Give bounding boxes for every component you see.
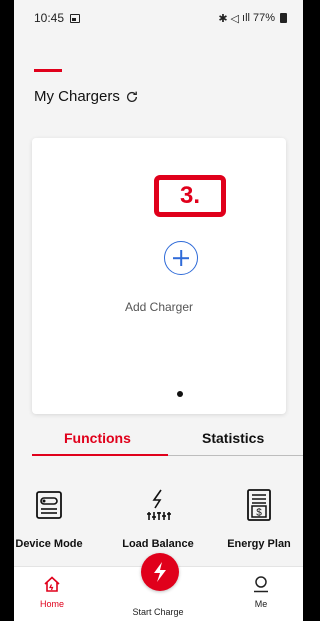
tab-active-indicator — [32, 454, 168, 456]
energy-plan-icon: $ — [247, 489, 271, 521]
page-title: My Chargers — [34, 88, 139, 105]
status-bar: 10:45 ✱ ◁ ıll 77% — [14, 0, 303, 36]
status-icons: ✱ ◁ ıll 77% — [218, 12, 287, 25]
nav-start-charge-label: Start Charge — [132, 607, 184, 617]
carousel-dot — [177, 391, 183, 397]
add-charger-label[interactable]: Add Charger — [32, 300, 286, 314]
energy-plan-button[interactable]: $ Energy Plan — [214, 488, 303, 550]
phone-screen: 10:45 ✱ ◁ ıll 77% My Chargers 3. Add Cha… — [14, 0, 303, 621]
load-balance-label: Load Balance — [122, 538, 194, 550]
refresh-icon[interactable] — [125, 90, 139, 104]
device-mode-button[interactable]: Device Mode — [14, 488, 94, 550]
start-charge-button[interactable] — [141, 553, 179, 591]
nav-home[interactable]: Home — [17, 575, 87, 609]
svg-text:$: $ — [256, 508, 262, 519]
bluetooth-icon: ✱ — [218, 12, 228, 25]
battery-icon — [280, 13, 287, 23]
battery-percent: 77% — [252, 12, 275, 24]
charger-card: 3. Add Charger — [32, 138, 286, 414]
device-mode-label: Device Mode — [15, 538, 83, 550]
add-charger-button[interactable] — [164, 241, 198, 275]
home-icon — [44, 576, 60, 592]
load-balance-icon — [147, 489, 171, 520]
nav-start-charge[interactable]: Start Charge — [123, 601, 193, 617]
tab-functions[interactable]: Functions — [64, 430, 131, 446]
image-notification-icon — [70, 13, 81, 23]
load-balance-button[interactable]: Load Balance — [113, 488, 203, 550]
device-mode-icon — [36, 491, 62, 519]
tab-statistics[interactable]: Statistics — [202, 430, 264, 446]
nav-home-label: Home — [39, 599, 64, 609]
page-title-text: My Chargers — [34, 88, 120, 105]
title-accent-bar — [34, 69, 62, 72]
user-icon — [254, 576, 268, 593]
step-badge: 3. — [154, 175, 226, 217]
status-time: 10:45 — [34, 11, 81, 25]
nav-me[interactable]: Me — [226, 575, 296, 609]
function-tabs: Functions Statistics — [32, 424, 303, 458]
lightning-icon — [154, 562, 166, 582]
signal-icon: ıll — [242, 12, 250, 24]
mute-icon: ◁ — [230, 12, 240, 25]
nav-me-label: Me — [254, 599, 268, 609]
energy-plan-label: Energy Plan — [227, 538, 291, 550]
